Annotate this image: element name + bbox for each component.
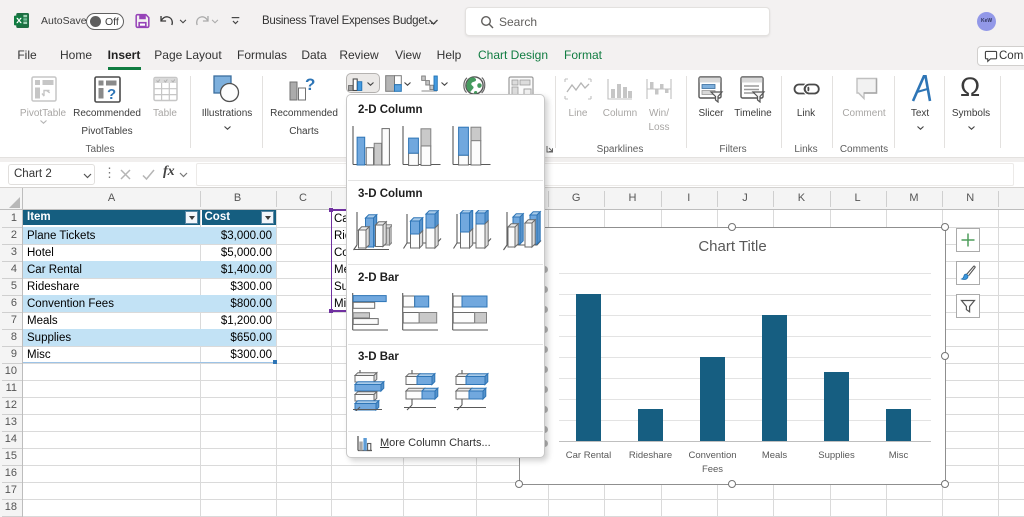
svg-text:?: ?: [305, 76, 315, 94]
svg-text:?: ?: [107, 86, 116, 103]
